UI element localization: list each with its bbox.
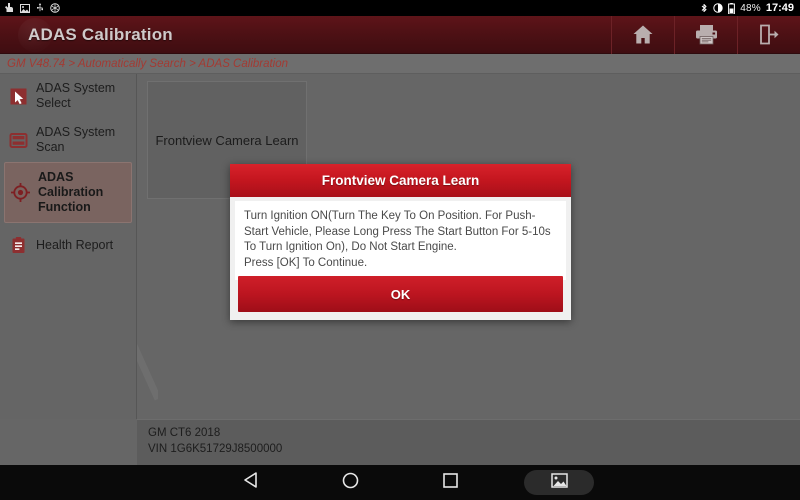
back-triangle-icon — [243, 472, 258, 493]
clipboard-report-icon — [8, 235, 28, 255]
modal-dialog: Frontview Camera Learn Turn Ignition ON(… — [230, 164, 571, 320]
home-circle-icon — [342, 472, 359, 494]
vehicle-vin-label: VIN 1G6K51729J8500000 — [148, 443, 283, 455]
sidebar-item-label: ADAS System Select — [36, 81, 116, 110]
battery-percent-label: 48% — [740, 2, 761, 14]
ok-button[interactable]: OK — [238, 276, 563, 312]
app-logo — [18, 18, 52, 52]
sidebar-item-adas-system-select[interactable]: ADAS System Select — [0, 74, 136, 118]
sidebar-item-health-report[interactable]: Health Report — [0, 223, 136, 267]
bluetooth-icon — [700, 3, 708, 14]
sidebar-item-adas-calibration-function[interactable]: ADAS Calibration Function — [4, 162, 132, 223]
status-bar-right-icons: 48% 17:49 — [700, 2, 800, 14]
sidebar-item-adas-system-scan[interactable]: ADAS System Scan — [0, 118, 136, 162]
clock-label: 17:49 — [765, 2, 794, 14]
dialog-message-secondary: Press [OK] To Continue. — [244, 256, 368, 269]
scan-list-icon — [8, 130, 28, 150]
nav-back-button[interactable] — [200, 465, 300, 500]
home-icon — [632, 24, 654, 45]
status-bar-left-icons — [0, 3, 60, 13]
usb-icon — [36, 3, 44, 13]
breadcrumb[interactable]: GM V48.74 > Automatically Search > ADAS … — [0, 54, 800, 74]
battery-icon — [728, 2, 736, 14]
screenshot-icon — [20, 3, 30, 13]
vehicle-info-bar: GM CT6 2018 VIN 1G6K51729J8500000 — [137, 419, 800, 465]
touch-pointer-icon — [5, 3, 14, 13]
sidebar-item-label: ADAS System Scan — [36, 125, 116, 154]
print-button[interactable] — [674, 15, 737, 54]
home-button[interactable] — [611, 15, 674, 54]
sidebar-item-label: ADAS Calibration Function — [38, 170, 104, 214]
app-title-bar: ADAS Calibration — [0, 15, 800, 54]
settings-gear-icon — [50, 3, 60, 13]
crosshair-target-icon — [10, 183, 30, 203]
nav-home-button[interactable] — [300, 465, 400, 500]
android-status-bar: 48% 17:49 — [0, 0, 800, 16]
dialog-body: Turn Ignition ON(Turn The Key To On Posi… — [235, 201, 566, 280]
nav-screenshot-button[interactable] — [524, 470, 594, 495]
cursor-select-icon — [8, 86, 28, 106]
title-bar-buttons — [611, 15, 800, 54]
sidebar: ADAS System Select ADAS System Scan ADAS… — [0, 74, 137, 419]
brightness-icon — [713, 3, 723, 13]
dialog-title: Frontview Camera Learn — [230, 164, 571, 197]
printer-icon — [695, 24, 718, 45]
recents-square-icon — [442, 472, 458, 493]
tile-label: Frontview Camera Learn — [155, 132, 299, 148]
exit-button[interactable] — [737, 15, 800, 54]
exit-icon — [758, 24, 780, 45]
dialog-message-primary: Turn Ignition ON(Turn The Key To On Posi… — [244, 210, 551, 253]
android-nav-bar — [0, 465, 800, 500]
sidebar-item-label: Health Report — [36, 237, 114, 252]
screenshot-image-icon — [550, 472, 568, 493]
nav-recents-button[interactable] — [400, 465, 500, 500]
vehicle-model-label: GM CT6 2018 — [148, 427, 221, 439]
